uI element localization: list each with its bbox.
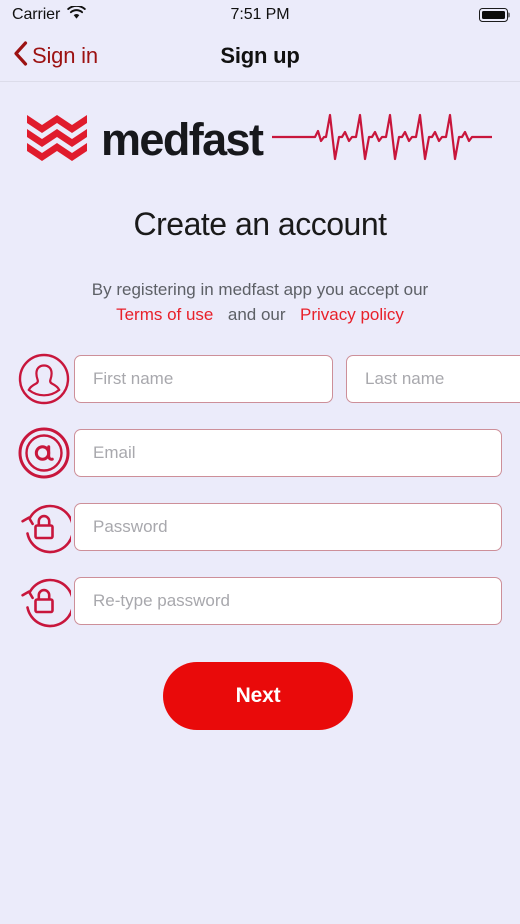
medfast-waves-logo-icon <box>26 111 88 168</box>
field-row-retype-password <box>14 571 502 631</box>
person-circle-icon <box>14 349 74 409</box>
lock-reset-icon <box>14 571 74 631</box>
email-input[interactable] <box>74 429 502 477</box>
consent-text: By registering in medfast app you accept… <box>0 277 520 327</box>
battery-icon <box>479 8 511 22</box>
back-button[interactable]: Sign in <box>13 40 98 71</box>
retype-password-inputs <box>74 577 502 625</box>
name-inputs <box>74 355 520 403</box>
battery-level-fill <box>481 10 506 20</box>
chevron-left-icon <box>13 40 28 71</box>
lock-reset-icon <box>14 497 74 557</box>
status-bar-left: Carrier <box>12 4 86 25</box>
heartbeat-ecg-icon <box>271 111 498 168</box>
at-sign-circle-icon <box>14 423 74 483</box>
brand-header: medfast <box>0 82 520 170</box>
headline: Create an account <box>133 206 388 242</box>
last-name-input[interactable] <box>346 355 520 403</box>
next-button-row: Next <box>14 662 502 730</box>
first-name-input[interactable] <box>74 355 333 403</box>
brand-wordmark: medfast <box>101 113 264 165</box>
password-input[interactable] <box>74 503 502 551</box>
wifi-icon <box>67 4 86 25</box>
back-button-label: Sign in <box>32 42 98 68</box>
status-bar: Carrier 7:51 PM <box>0 0 520 30</box>
retype-password-input[interactable] <box>74 577 502 625</box>
field-row-password <box>14 497 502 557</box>
field-row-email <box>14 423 502 483</box>
field-row-name <box>14 349 520 409</box>
privacy-policy-link[interactable]: Privacy policy <box>300 305 404 324</box>
status-bar-right <box>479 8 511 22</box>
carrier-label: Carrier <box>12 6 61 23</box>
email-inputs <box>74 429 502 477</box>
signup-form: Next <box>0 349 520 730</box>
next-button[interactable]: Next <box>163 662 353 730</box>
battery-nub <box>508 12 511 18</box>
nav-bar: Sign in Sign up <box>0 30 520 82</box>
consent-lead: By registering in medfast app you accept… <box>91 280 429 299</box>
terms-of-use-link[interactable]: Terms of use <box>116 305 213 324</box>
consent-middle: and our <box>227 305 286 324</box>
password-inputs <box>74 503 502 551</box>
